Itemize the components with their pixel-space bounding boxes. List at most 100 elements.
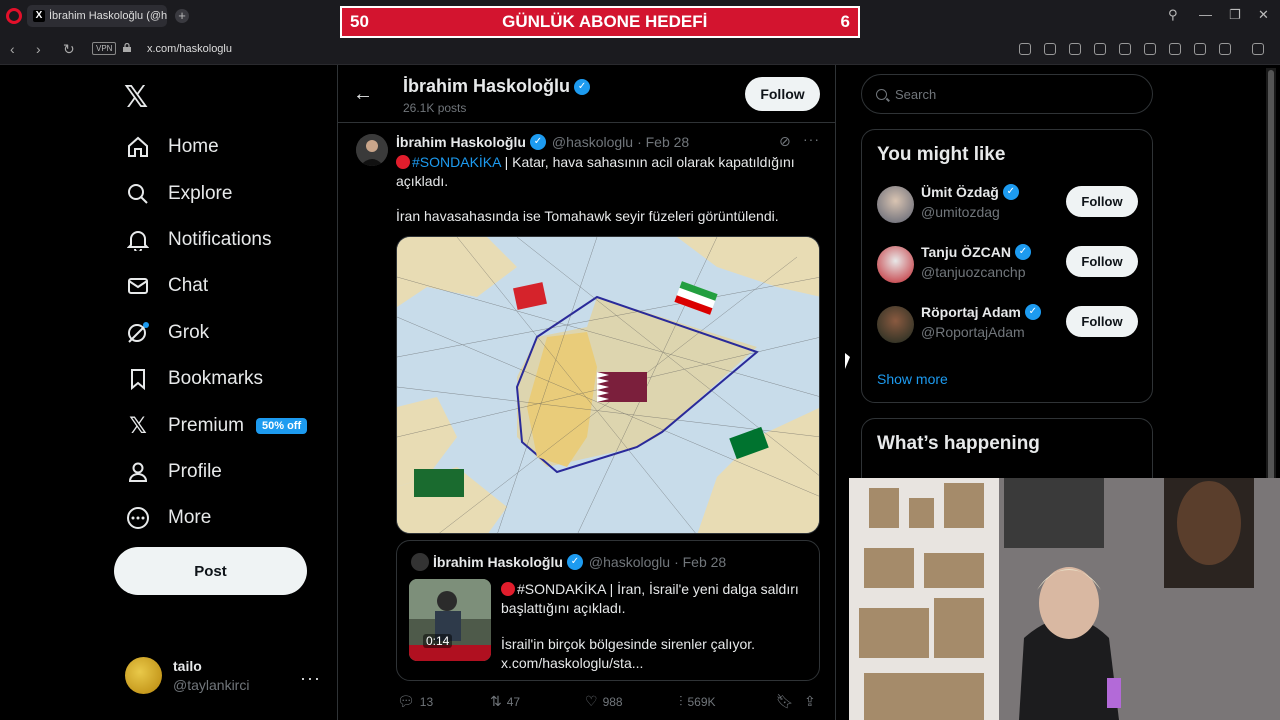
account-more-icon[interactable]: ··· [300,668,321,689]
mail-icon [126,274,150,298]
shield-icon[interactable] [1069,43,1081,55]
profile-header-name: İbrahim Haskoloğlu ✓ [403,76,591,97]
share-icon: ⇪ [804,693,816,709]
avatar [877,306,914,343]
follow-button[interactable]: Follow [1066,246,1138,277]
tweet-map-image[interactable] [396,236,820,534]
suggestion-row[interactable]: Tanju ÖZCAN ✓ @tanjuozcanchp Follow [877,244,1139,284]
suggestion-name-text: Tanju ÖZCAN [921,244,1011,260]
play-icon[interactable] [1119,43,1131,55]
extensions-icon[interactable] [1252,43,1264,55]
search-icon [876,88,887,100]
quote-text: #SONDAKİKA | İran, İsrail'e yeni dalga s… [501,580,811,673]
quoted-tweet[interactable]: İbrahim Haskoloğlu ✓ @haskologlu · Feb 2… [396,540,820,681]
follow-button[interactable]: Follow [1066,186,1138,217]
tweet-more-icon[interactable]: ··· [803,131,820,147]
account-switcher[interactable]: tailo @taylankirci [125,657,249,694]
tweet-avatar[interactable] [356,134,388,166]
tweet-header: İbrahim Haskoloğlu ✓ @haskologlu · Feb 2… [396,134,689,150]
who-to-follow-panel: You might like Ümit Özdağ ✓ @umitozdag Fo… [861,129,1153,403]
quote-video-thumbnail[interactable] [409,579,491,661]
sidebar-item-profile[interactable]: Profile [126,449,307,495]
views-chart-icon: ⫶ [679,693,683,709]
url-input[interactable]: x.com/haskologlu [147,43,232,55]
new-tab-button[interactable]: + [175,9,189,23]
sidebar-item-premium[interactable]: 𝕏 Premium 50% off [126,402,308,448]
account-name: tailo [173,658,202,674]
back-arrow-icon[interactable]: ← [353,83,373,106]
hashtag-link[interactable]: #SONDAKİKA [412,154,501,170]
happening-title: What’s happening [877,433,1040,454]
back-nav-icon[interactable]: ‹ [10,41,15,57]
verified-icon: ✓ [566,554,583,570]
suggestion-row[interactable]: Ümit Özdağ ✓ @umitozdag Follow [877,184,1139,224]
reload-icon[interactable]: ↻ [63,41,75,58]
tweet-author[interactable]: İbrahim Haskoloğlu [396,134,526,150]
banner-right-count: 6 [840,12,850,31]
translate-icon[interactable] [1094,43,1106,55]
verified-icon: ✓ [1024,304,1041,320]
suggestion-name: Tanju ÖZCAN ✓ [921,244,1031,260]
tweet-date[interactable]: · Feb 28 [637,134,689,150]
camera-icon[interactable] [1044,43,1056,55]
forward-nav-icon[interactable]: › [36,41,41,57]
account-icon[interactable] [1219,43,1231,55]
grok-explain-icon[interactable]: ⊘ [779,133,791,150]
suggestion-row[interactable]: Röportaj Adam ✓ @RoportajAdam Follow [877,304,1139,344]
like-button[interactable]: ♡ 988 [585,693,623,710]
scrollbar-thumb[interactable] [1268,70,1274,490]
heart-icon[interactable] [1144,43,1156,55]
post-button[interactable]: Post [114,547,307,595]
sidebar-item-home[interactable]: Home [126,124,307,170]
show-more-link[interactable]: Show more [877,371,948,387]
subscriber-goal-banner: 50 GÜNLÜK ABONE HEDEFİ 6 [340,6,860,38]
person-icon [126,460,150,484]
browser-tab[interactable]: X İbrahim Haskoloğlu (@has [27,5,167,27]
sidebar-item-more[interactable]: More [126,495,307,541]
tweet-handle[interactable]: @haskologlu [552,134,633,150]
tweet-text: #SONDAKİKA | Katar, hava sahasının acil … [396,153,816,191]
follow-button[interactable]: Follow [745,77,820,111]
search-placeholder: Search [895,86,937,102]
repost-button[interactable]: ⇅ 47 [490,693,520,710]
search-input[interactable]: Search [861,74,1153,114]
more-circle-icon [126,506,150,530]
sidebar-item-label: Bookmarks [168,368,264,390]
share-button[interactable]: ⇪ [804,693,821,710]
snapshot-icon[interactable] [1019,43,1031,55]
sidebar-item-bookmarks[interactable]: Bookmarks [126,356,307,402]
sidebar-item-explore[interactable]: Explore [126,170,307,216]
settings-sliders-icon[interactable] [1194,43,1206,55]
verified-icon: ✓ [1014,244,1031,260]
suggestion-name-text: Röportaj Adam [921,304,1021,320]
profile-post-count: 26.1K posts [403,101,467,115]
x-logo-icon[interactable]: 𝕏 [124,80,148,115]
banner-title: GÜNLÜK ABONE HEDEFİ [502,12,708,31]
vpn-badge[interactable]: VPN [92,42,117,55]
webcam-overlay [849,478,1280,720]
sidebar-item-grok[interactable]: Grok [126,310,307,356]
sidebar-item-chat[interactable]: Chat [126,263,307,309]
download-icon[interactable] [1169,43,1181,55]
bookmark-button[interactable]: 🔖︎ [776,693,799,710]
minimize-icon[interactable]: — [1199,7,1212,22]
sidebar-item-label: More [168,507,212,529]
sidebar-item-notifications[interactable]: Notifications [126,217,307,263]
quote-handle: @haskologlu [588,554,671,570]
quote-avatar [411,553,429,571]
verified-icon: ✓ [574,78,591,95]
follow-button[interactable]: Follow [1066,306,1138,337]
suggestion-name: Röportaj Adam ✓ [921,304,1041,320]
opera-logo-icon[interactable] [6,8,22,24]
close-window-icon[interactable]: ✕ [1258,7,1269,23]
premium-discount-badge: 50% off [256,417,308,434]
verified-icon: ✓ [1002,184,1019,200]
search-tabs-icon[interactable]: ⚲ [1168,7,1178,23]
video-duration: 0:14 [423,634,453,648]
restore-icon[interactable]: ❐ [1229,7,1241,23]
reply-button[interactable]: 💬︎ 13 [397,693,433,710]
sidebar-item-label: Chat [168,275,209,297]
reply-icon: 💬︎ [397,693,415,709]
views-button[interactable]: ⫶ 569K [679,693,716,710]
bookmark-icon [126,367,150,391]
